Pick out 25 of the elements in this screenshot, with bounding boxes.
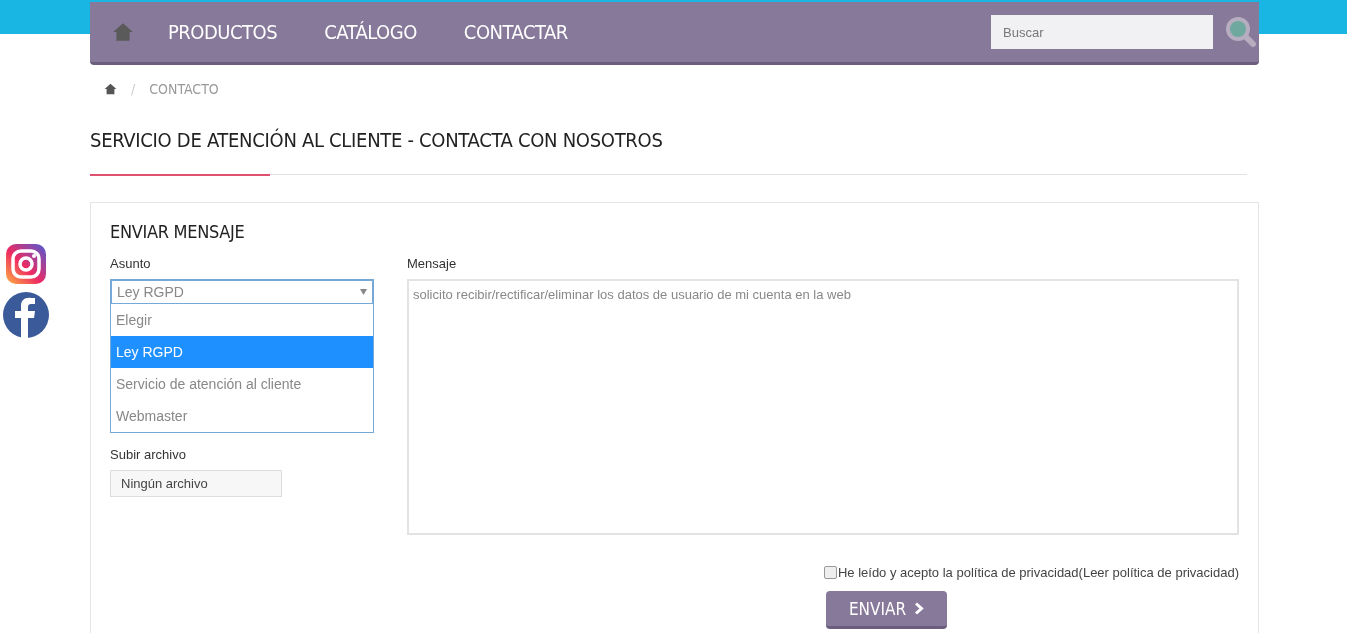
checkbox[interactable]: [823, 566, 837, 579]
nav-link[interactable]: CONTACTAR: [463, 20, 568, 44]
breadcrumb-item: CONTACTO: [149, 81, 219, 97]
home-icon[interactable]: [104, 83, 117, 95]
dropdown-option[interactable]: Servicio de atención al cliente: [111, 368, 373, 400]
dropdown-option[interactable]: Elegir: [111, 304, 373, 336]
dropdown-option[interactable]: Ley RGPD: [111, 336, 373, 368]
page-title: SERVICIO DE ATENCIÓN AL CLIENTE - CONTACTA CON NOSOTROS: [90, 129, 664, 151]
nav-link[interactable]: PRODUCTOS: [168, 20, 278, 44]
search-field[interactable]: Buscar: [991, 15, 1213, 49]
chevron-icon: [914, 602, 925, 615]
facebook-icon[interactable]: [3, 292, 49, 338]
send-button[interactable]: ENVIAR: [826, 591, 947, 629]
message-field[interactable]: solicito recibir/rectificar/eliminar los datos de usuario de mi cuenta en la web: [407, 279, 1239, 535]
nav-link[interactable]: CATÁLOGO: [324, 20, 417, 44]
field-label: Asunto: [110, 256, 152, 271]
section-title: ENVIAR MENSAJE: [110, 221, 246, 242]
checkbox-label: He leído y acepto la política de privacidad(Leer política de privacidad): [837, 565, 1239, 580]
instagram-icon[interactable]: [5, 243, 47, 285]
caret-icon: [360, 289, 367, 295]
breadcrumb-separator: /: [131, 81, 136, 97]
file-upload-button[interactable]: Ningún archivo: [110, 470, 282, 497]
dropdown-option[interactable]: Webmaster: [111, 400, 373, 432]
field-label: Mensaje: [407, 256, 458, 271]
field-label: Subir archivo: [110, 447, 187, 462]
